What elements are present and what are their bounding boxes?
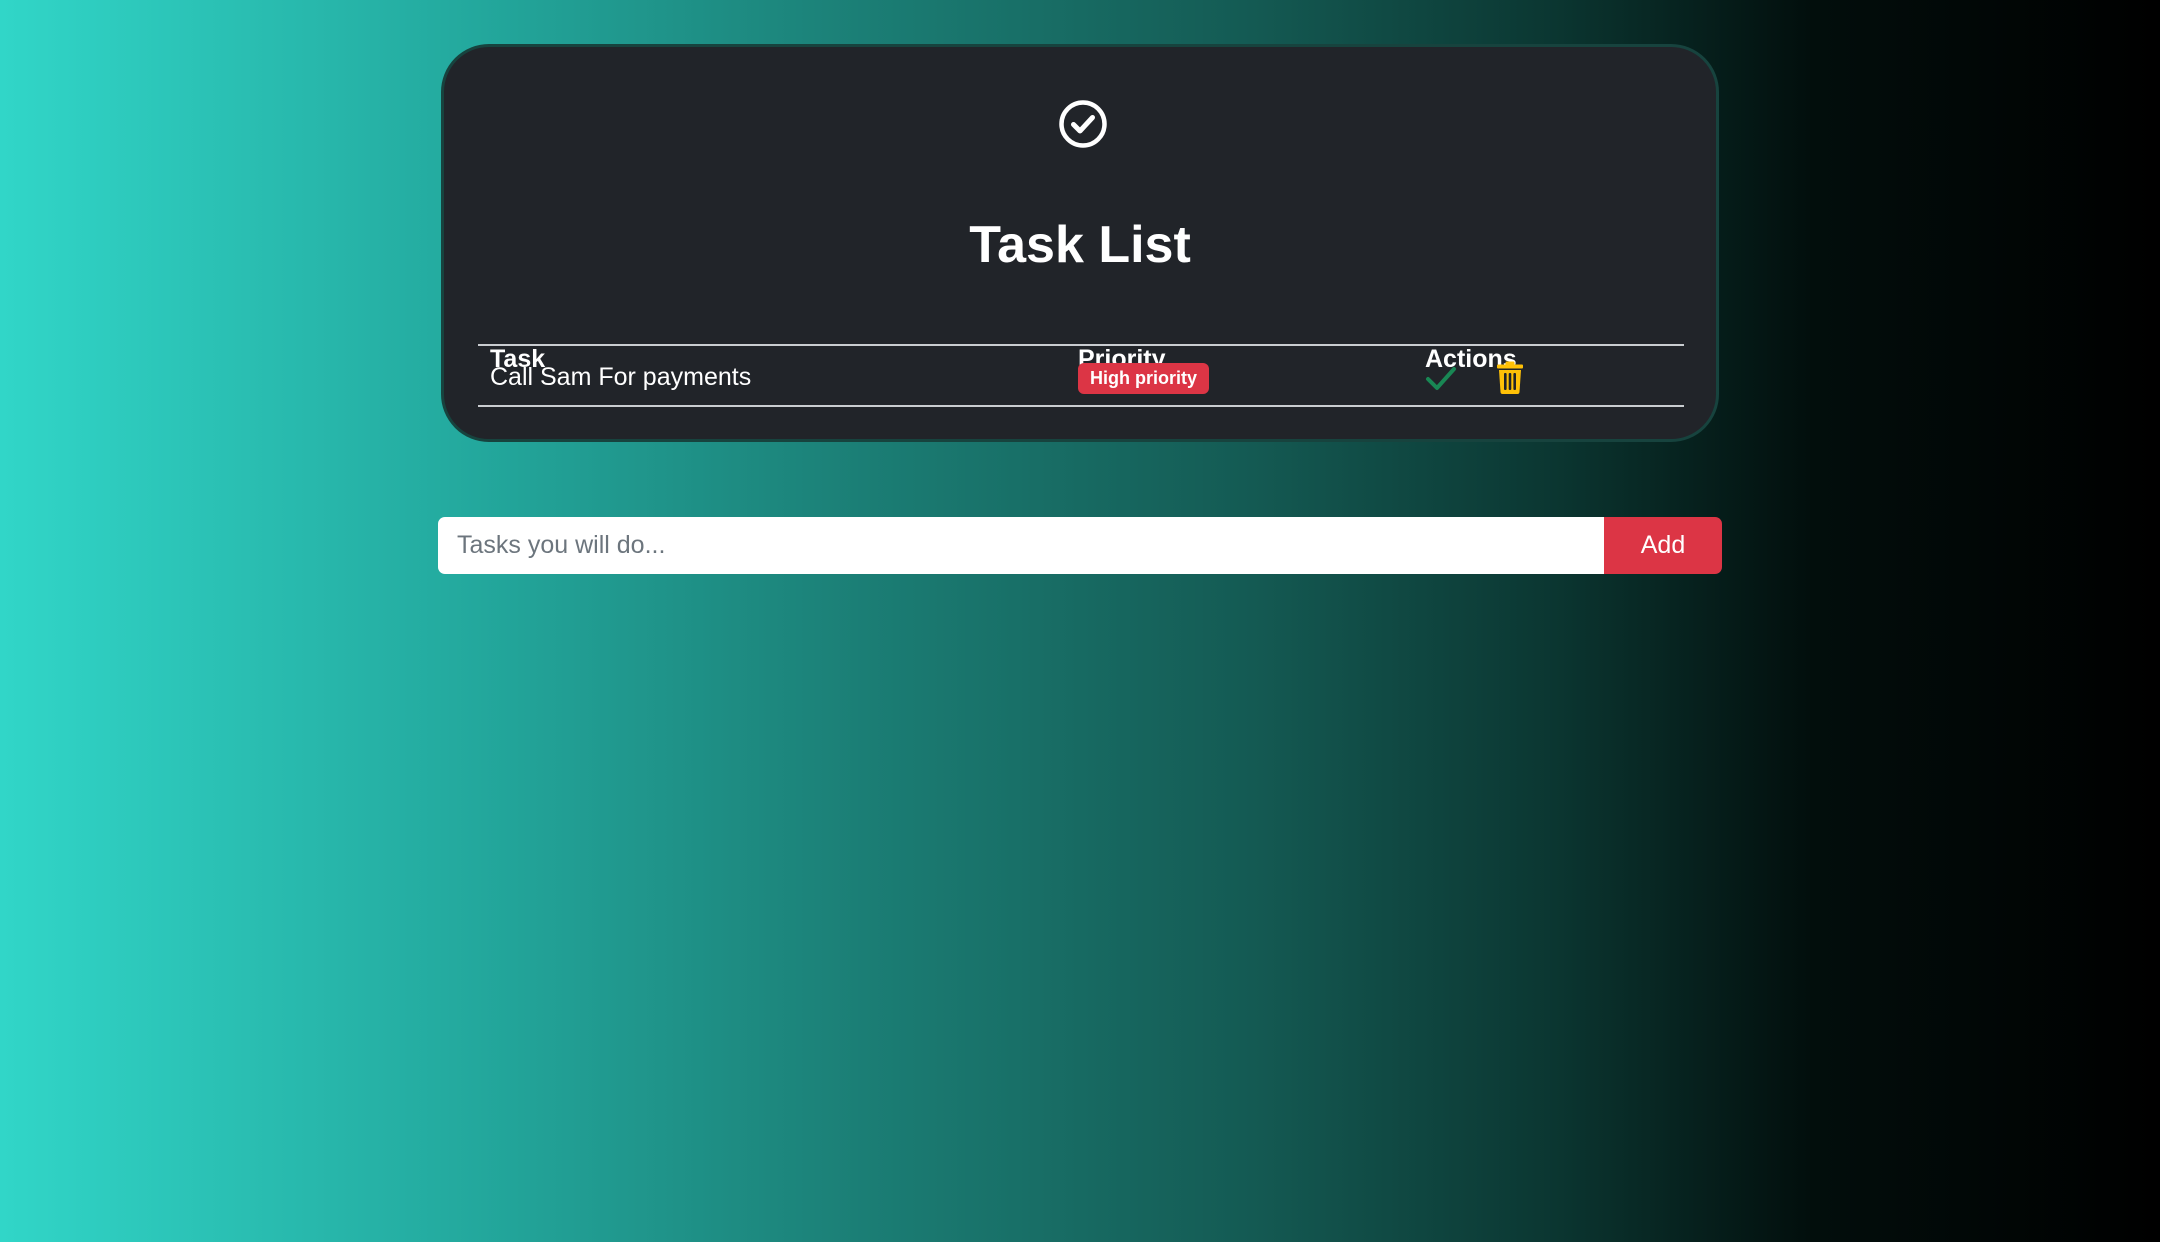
add-task-bar: Add bbox=[438, 517, 1722, 574]
priority-badge: High priority bbox=[1078, 363, 1209, 394]
add-button[interactable]: Add bbox=[1604, 517, 1722, 574]
task-list-card: Task List Task Priority Actions Call Sam… bbox=[441, 44, 1719, 442]
check-icon[interactable] bbox=[1425, 365, 1457, 393]
task-text: Call Sam For payments bbox=[490, 363, 752, 391]
task-input[interactable] bbox=[438, 517, 1604, 574]
page-title: Task List bbox=[969, 216, 1191, 274]
row-divider bbox=[478, 405, 1684, 407]
trash-icon[interactable] bbox=[1496, 361, 1524, 395]
header-divider bbox=[478, 344, 1684, 346]
check-circle-icon bbox=[1059, 100, 1107, 148]
